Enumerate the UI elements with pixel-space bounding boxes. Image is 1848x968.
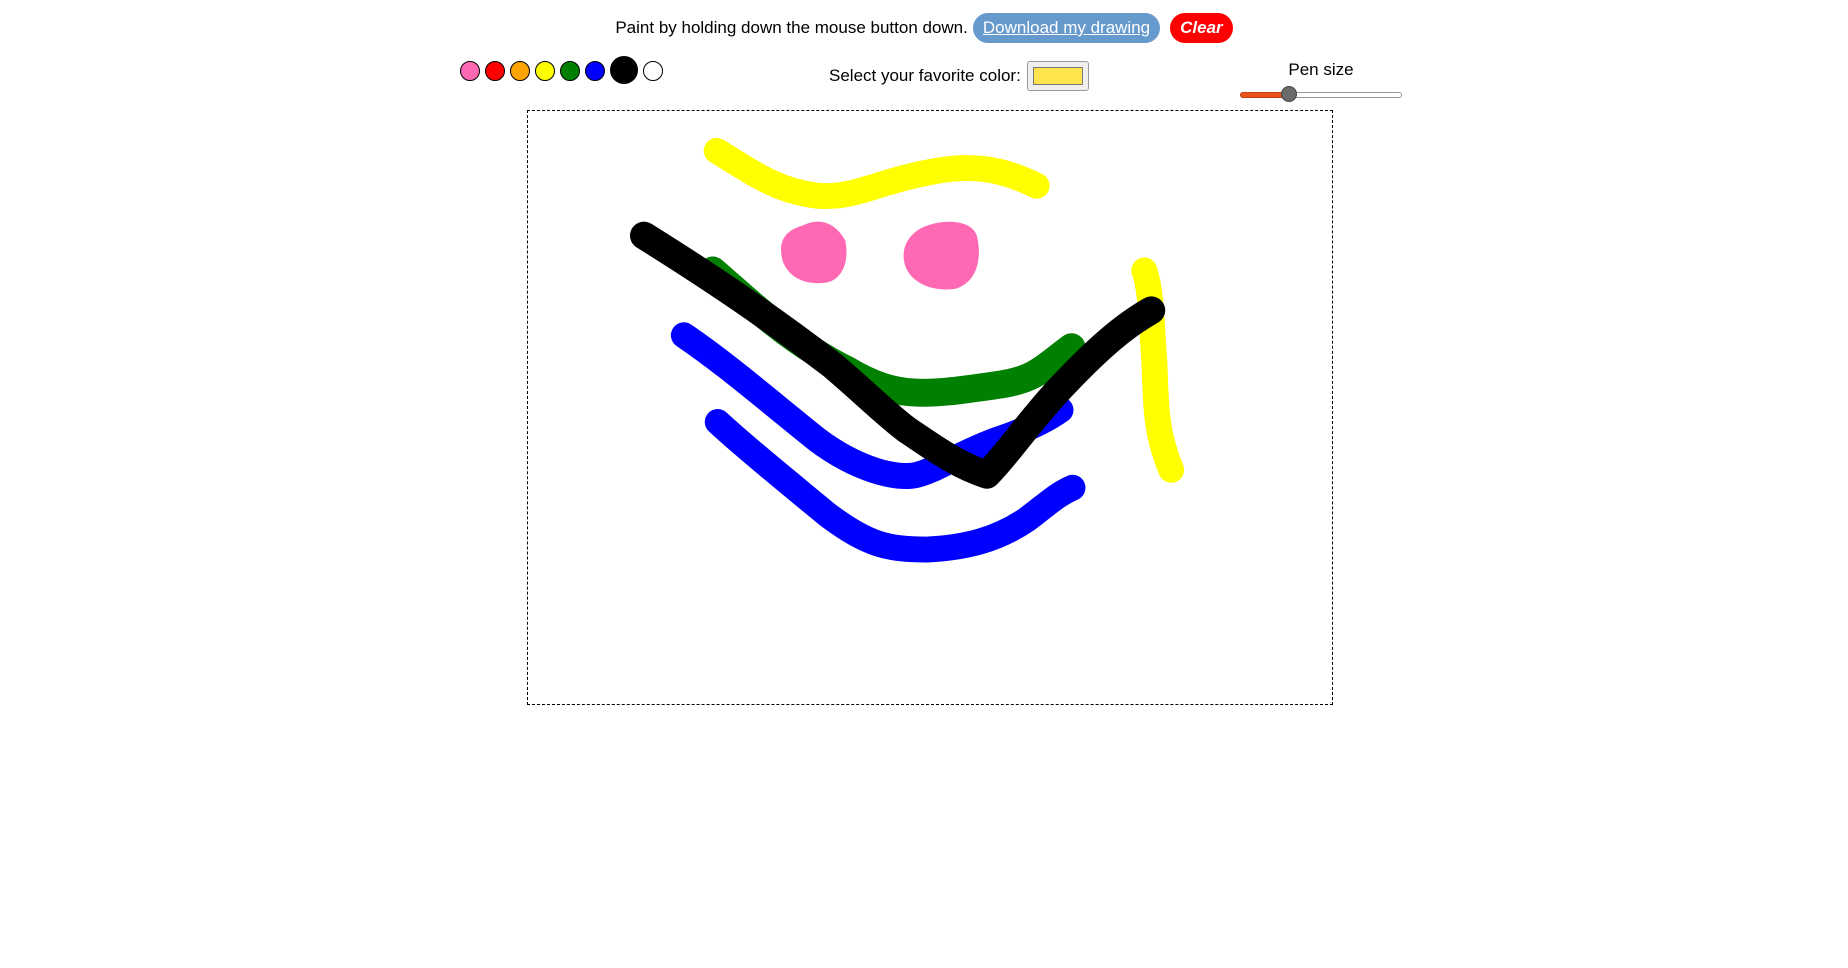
pink-dot-left [781,221,847,284]
clear-button[interactable]: Clear [1170,13,1233,43]
slider-thumb[interactable] [1280,86,1297,102]
pen-size-control: Pen size [1238,60,1404,102]
swatch-red[interactable] [485,61,505,81]
top-bar: Paint by holding down the mouse button d… [0,13,1848,43]
swatch-yellow[interactable] [535,61,555,81]
swatch-green[interactable] [560,61,580,81]
swatch-white[interactable] [643,61,663,81]
favorite-color-picker: Select your favorite color: [829,61,1089,91]
instruction-text: Paint by holding down the mouse button d… [615,18,968,37]
pen-size-label: Pen size [1288,60,1354,79]
favorite-color-label: Select your favorite color: [829,66,1021,85]
swatch-blue[interactable] [585,61,605,81]
swatch-orange[interactable] [510,61,530,81]
drawing-canvas[interactable] [527,110,1333,705]
pink-dot-right [903,221,979,290]
color-input-swatch [1032,67,1083,85]
drawing-strokes [630,137,1185,563]
swatch-pink[interactable] [460,61,480,81]
swatch-black[interactable] [610,56,638,84]
stroke-yellow-top [703,137,1050,209]
color-input[interactable] [1026,61,1089,91]
download-button[interactable]: Download my drawing [972,13,1161,43]
pen-size-slider[interactable] [1240,86,1402,102]
color-palette [460,56,668,84]
